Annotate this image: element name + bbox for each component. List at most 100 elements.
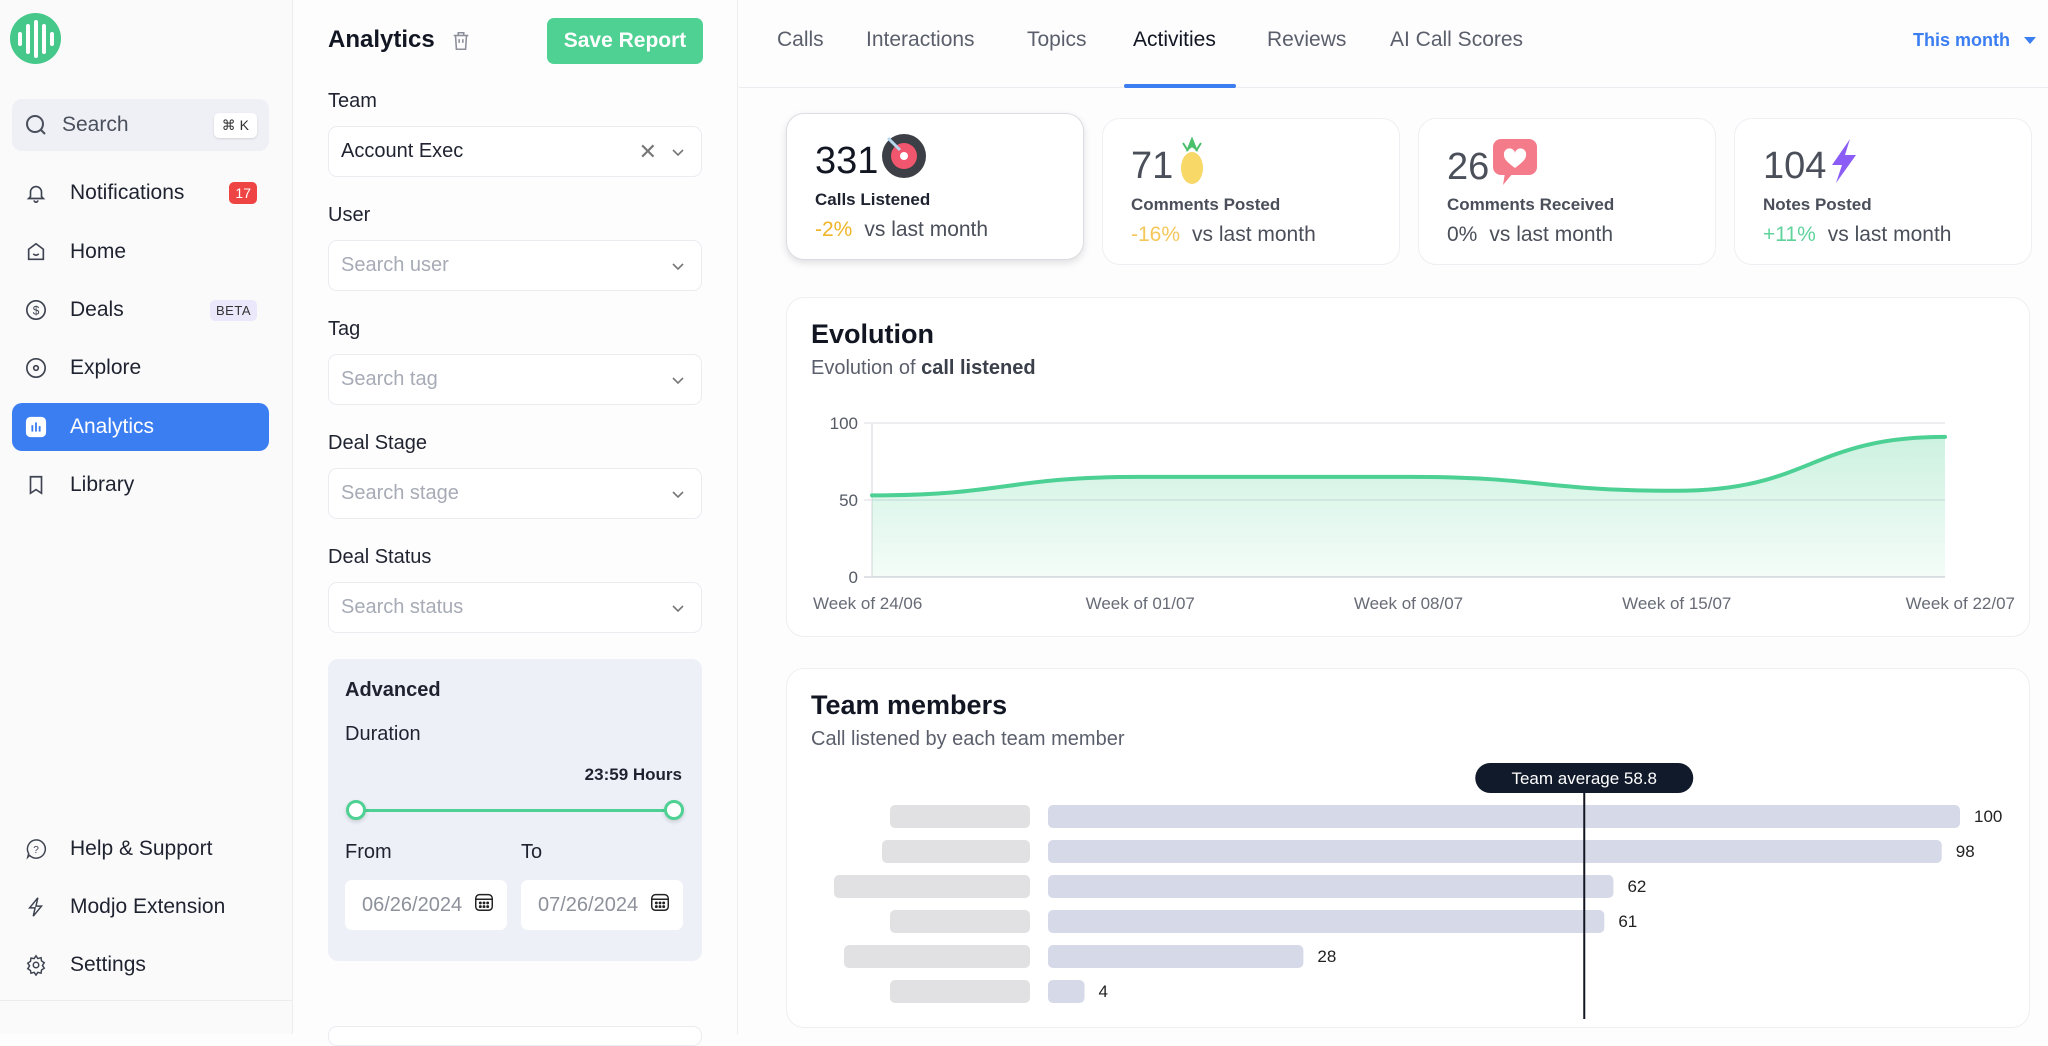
bar-value-label: 98 <box>1956 842 1975 861</box>
sidebar-item-help[interactable]: ? Help & Support <box>12 825 269 873</box>
kpi-delta-suffix: vs last month <box>1827 223 1952 246</box>
evolution-card: Evolution Evolution of call listened 0 50… <box>786 297 2030 637</box>
user-select[interactable]: Search user <box>328 240 702 291</box>
home-icon <box>24 240 48 264</box>
sidebar-item-modjo-extension[interactable]: Modjo Extension <box>12 883 269 931</box>
tab-reviews[interactable]: Reviews <box>1259 28 1354 52</box>
sidebar-item-label: Modjo Extension <box>70 895 226 918</box>
chevron-down-icon <box>671 368 685 391</box>
sidebar-item-library[interactable]: Library <box>12 461 269 509</box>
bar-value-label: 28 <box>1317 947 1336 966</box>
duration-label: Duration <box>345 723 421 745</box>
bar-value-label: 100 <box>1974 807 2002 826</box>
advanced-title: Advanced <box>345 679 441 701</box>
lightning-icon <box>1828 137 1858 195</box>
user-placeholder: Search user <box>341 254 449 276</box>
sidebar-item-notifications[interactable]: Notifications 17 <box>12 169 269 217</box>
kpi-label: Comments Received <box>1447 195 1615 214</box>
help-icon: ? <box>24 837 48 861</box>
to-date-input[interactable]: 07/26/2024 <box>521 880 683 930</box>
from-date-input[interactable]: 06/26/2024 <box>345 880 507 930</box>
sidebar-item-settings[interactable]: Settings <box>12 941 269 989</box>
team-members-chart: 100 98 62 61 28 4 Team average 58.8 <box>834 763 2002 1019</box>
deal-stage-select[interactable]: Search stage <box>328 468 702 519</box>
x-tick-label: Week of 01/07 <box>1086 594 1195 613</box>
period-select[interactable]: This month <box>1913 30 2036 51</box>
kpi-card-notes-posted[interactable]: 104 Notes Posted +11% vs last month <box>1734 118 2032 265</box>
y-tick-label: 0 <box>849 568 858 587</box>
kpi-delta: +11% <box>1763 223 1816 246</box>
kpi-delta: 0% <box>1447 223 1478 246</box>
trash-icon[interactable] <box>450 29 472 58</box>
kpi-card-comments-received[interactable]: 26 Comments Received 0% vs last month <box>1418 118 1716 265</box>
tag-placeholder: Search tag <box>341 368 438 390</box>
bar-value-label: 4 <box>1098 982 1107 1001</box>
bar <box>1048 875 1614 898</box>
sidebar-item-label: Notifications <box>70 181 185 204</box>
x-tick-label: Week of 24/06 <box>813 594 922 613</box>
deal-status-label: Deal Status <box>328 546 432 568</box>
active-tab-indicator <box>1124 84 1236 88</box>
tag-select[interactable]: Search tag <box>328 354 702 405</box>
from-date-value: 06/26/2024 <box>362 893 463 916</box>
duration-slider-max-handle[interactable] <box>664 800 684 820</box>
sidebar-item-label: Settings <box>70 953 146 976</box>
svg-text:$: $ <box>33 304 40 318</box>
kpi-label: Notes Posted <box>1763 195 1872 214</box>
chart-icon <box>24 415 48 439</box>
kpi-card-calls-listened[interactable]: 331 Calls Listened -2% vs last month <box>786 113 1084 260</box>
vinyl-record-icon <box>880 132 928 190</box>
calendar-icon[interactable] <box>649 891 671 919</box>
save-report-button[interactable]: Save Report <box>547 18 703 64</box>
area-fill <box>872 436 1945 577</box>
duration-slider-min-handle[interactable] <box>346 800 366 820</box>
y-tick-label: 100 <box>830 414 858 433</box>
tab-ai-call-scores[interactable]: AI Call Scores <box>1382 28 1531 52</box>
kpi-delta: -2% <box>815 218 853 241</box>
team-average-label: Team average 58.8 <box>1511 769 1657 788</box>
kpi-label: Calls Listened <box>815 190 931 209</box>
search-button[interactable]: Search ⌘ K <box>12 99 269 151</box>
chevron-down-icon <box>671 482 685 505</box>
pineapple-icon <box>1175 136 1209 195</box>
beta-badge: BETA <box>210 299 257 321</box>
sidebar-item-analytics[interactable]: Analytics <box>12 403 269 451</box>
kpi-value: 104 <box>1763 144 1827 187</box>
chevron-down-icon <box>671 140 685 163</box>
compass-icon <box>24 356 48 380</box>
tab-activities[interactable]: Activities <box>1125 28 1224 52</box>
chevron-down-icon <box>671 254 685 277</box>
evolution-chart: 0 50 100 Week of 24/06 Week of 01/07 Week of … <box>813 414 2015 613</box>
user-label: User <box>328 204 371 226</box>
main-content: Calls Interactions Topics Activities Rev… <box>739 0 2048 1034</box>
page-title: Analytics <box>328 26 435 53</box>
member-name-placeholder <box>834 875 1030 898</box>
bar-value-label: 62 <box>1627 877 1646 896</box>
clear-icon[interactable]: ✕ <box>639 139 657 165</box>
tab-topics[interactable]: Topics <box>1019 28 1095 52</box>
filter-panel: Analytics Save Report Team Account Exec … <box>294 0 738 1046</box>
member-name-placeholder <box>844 945 1030 968</box>
to-date-value: 07/26/2024 <box>538 893 639 916</box>
sidebar-item-deals[interactable]: $ Deals BETA <box>12 286 269 334</box>
sidebar-item-home[interactable]: Home <box>12 228 269 276</box>
deal-status-select[interactable]: Search status <box>328 582 702 633</box>
kpi-value: 26 <box>1447 145 1490 188</box>
duration-slider-track[interactable] <box>356 809 674 812</box>
sidebar-item-label: Home <box>70 240 127 263</box>
deal-stage-label: Deal Stage <box>328 432 427 454</box>
bookmark-icon <box>24 473 48 497</box>
modjo-logo[interactable] <box>10 13 61 64</box>
tab-calls[interactable]: Calls <box>769 28 832 52</box>
bar <box>1048 840 1942 863</box>
team-select[interactable]: Account Exec ✕ <box>328 126 702 177</box>
kpi-delta-suffix: vs last month <box>864 218 989 241</box>
calendar-icon[interactable] <box>473 891 495 919</box>
kpi-card-comments-posted[interactable]: 71 Comments Posted -16% vs last month <box>1102 118 1400 265</box>
bar <box>1048 980 1085 1003</box>
tab-interactions[interactable]: Interactions <box>858 28 983 52</box>
sidebar-item-label: Library <box>70 473 135 496</box>
kpi-value: 331 <box>815 139 879 182</box>
team-value: Account Exec <box>341 140 464 162</box>
sidebar-item-explore[interactable]: Explore <box>12 344 269 392</box>
